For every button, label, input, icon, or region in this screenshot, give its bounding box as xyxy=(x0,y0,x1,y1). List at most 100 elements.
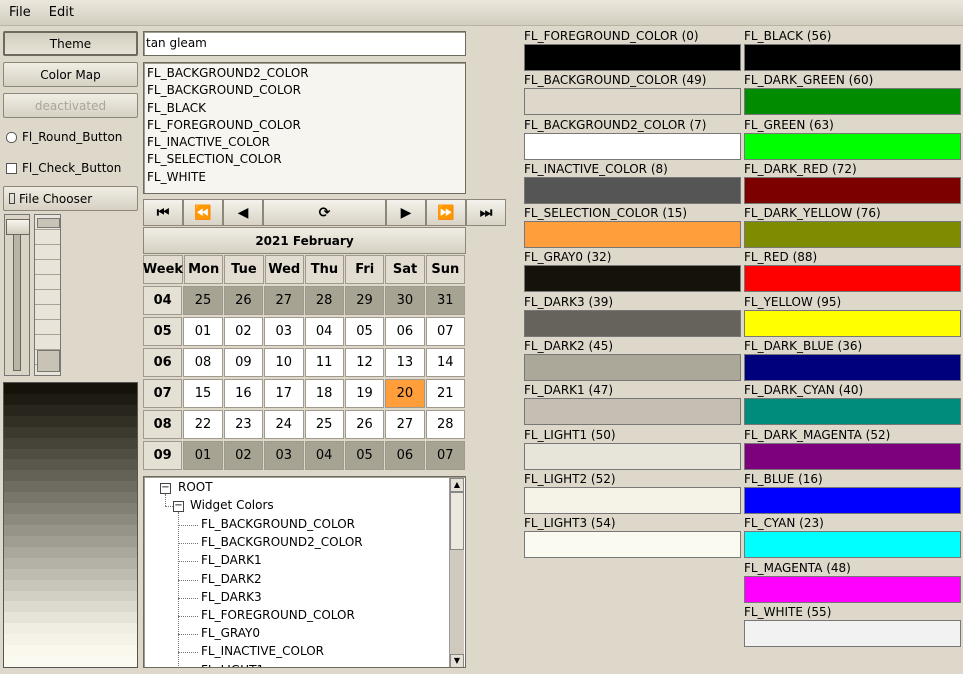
calendar-day[interactable]: 07 xyxy=(425,441,465,470)
swatch-color-box xyxy=(744,44,961,71)
round-button-label: Fl_Round_Button xyxy=(22,130,123,144)
calendar-day[interactable]: 02 xyxy=(223,317,264,346)
refresh-icon[interactable]: ⟳ xyxy=(263,199,386,226)
calendar-day[interactable]: 11 xyxy=(304,348,344,377)
color-browser[interactable]: FL_BACKGROUND2_COLOR FL_BACKGROUND_COLOR F… xyxy=(143,62,466,194)
calendar-day[interactable]: 04 xyxy=(304,317,344,346)
color-swatch: FL_INACTIVE_COLOR (8) xyxy=(524,161,741,205)
calendar-day[interactable]: 27 xyxy=(385,410,425,439)
tree-item[interactable]: FL_GRAY0 xyxy=(201,626,260,640)
scheme-input[interactable]: tan gleam xyxy=(143,31,466,56)
value-slider[interactable] xyxy=(34,214,61,376)
calendar-day[interactable]: 25 xyxy=(304,410,344,439)
calendar-day[interactable]: 26 xyxy=(223,286,264,315)
tree-item[interactable]: FL_INACTIVE_COLOR xyxy=(201,644,324,658)
color-swatch: FL_DARK_BLUE (36) xyxy=(744,338,961,382)
calendar-day[interactable]: 03 xyxy=(264,441,304,470)
calendar-day[interactable]: 26 xyxy=(344,410,385,439)
scroll-up-icon[interactable]: ▲ xyxy=(450,478,464,492)
calendar-day[interactable]: 01 xyxy=(183,317,223,346)
scroll-down-icon[interactable]: ▼ xyxy=(450,654,464,667)
first-icon[interactable]: ⏮ xyxy=(143,199,183,226)
tree-view[interactable]: − ROOT − Widget Colors ▲ ▼ FL_BACKGROUND… xyxy=(143,476,466,668)
browser-item[interactable]: FL_INACTIVE_COLOR xyxy=(147,134,462,151)
calendar-day[interactable]: 29 xyxy=(344,286,385,315)
calendar-day-selected[interactable]: 20 xyxy=(385,379,425,408)
menu-edit[interactable]: Edit xyxy=(40,5,83,20)
calendar-day[interactable]: 23 xyxy=(223,410,264,439)
prev-icon[interactable]: ◀ xyxy=(223,199,263,226)
scroll-thumb[interactable] xyxy=(450,492,464,550)
calendar-day[interactable]: 13 xyxy=(385,348,425,377)
calendar-day[interactable]: 22 xyxy=(183,410,223,439)
tree-item[interactable]: FL_FOREGROUND_COLOR xyxy=(201,608,355,622)
calendar-day[interactable]: 27 xyxy=(264,286,304,315)
check-button[interactable]: Fl_Check_Button xyxy=(3,158,121,178)
calendar-day[interactable]: 02 xyxy=(223,441,264,470)
browser-item[interactable]: FL_SELECTION_COLOR xyxy=(147,151,462,168)
calendar-day[interactable]: 05 xyxy=(344,441,385,470)
color-swatch: FL_BACKGROUND_COLOR (49) xyxy=(524,72,741,116)
calendar-day[interactable]: 28 xyxy=(425,410,465,439)
calendar-day[interactable]: 19 xyxy=(344,379,385,408)
calendar-day[interactable]: 24 xyxy=(264,410,304,439)
tree-item[interactable]: FL_DARK2 xyxy=(201,572,262,586)
gray-ramp-band xyxy=(4,601,137,613)
calendar-day[interactable]: 21 xyxy=(425,379,465,408)
gray-ramp-band xyxy=(4,634,137,646)
calendar-day[interactable]: 03 xyxy=(264,317,304,346)
vertical-slider[interactable] xyxy=(4,214,30,376)
calendar-day[interactable]: 14 xyxy=(425,348,465,377)
calendar-day[interactable]: 10 xyxy=(264,348,304,377)
value-slider-handle[interactable] xyxy=(37,218,60,228)
browser-item[interactable]: FL_BACKGROUND2_COLOR xyxy=(147,65,462,82)
tree-item[interactable]: FL_DARK1 xyxy=(201,553,262,567)
file-chooser-button[interactable]: File Chooser xyxy=(3,186,138,211)
calendar-day[interactable]: 05 xyxy=(344,317,385,346)
calendar-day[interactable]: 06 xyxy=(385,441,425,470)
calendar-day[interactable]: 16 xyxy=(223,379,264,408)
tree-scrollbar[interactable]: ▲ ▼ xyxy=(449,478,464,667)
gray-ramp-band xyxy=(4,546,137,558)
slider-handle[interactable] xyxy=(6,219,30,235)
calendar-day[interactable]: 28 xyxy=(304,286,344,315)
menu-file[interactable]: File xyxy=(0,5,40,20)
round-button[interactable]: Fl_Round_Button xyxy=(3,127,122,147)
gray-ramp-band xyxy=(4,623,137,635)
week-number: 04 xyxy=(143,286,183,315)
calendar-day[interactable]: 12 xyxy=(344,348,385,377)
collapse-icon[interactable]: − xyxy=(160,483,171,494)
gray-ramp-band xyxy=(4,459,137,471)
calendar-day[interactable]: 07 xyxy=(425,317,465,346)
browser-item[interactable]: FL_WHITE xyxy=(147,169,462,186)
tree-item[interactable]: FL_LIGHT1 xyxy=(201,663,264,667)
calendar-day[interactable]: 06 xyxy=(385,317,425,346)
tree-root[interactable]: ROOT xyxy=(178,480,213,494)
calendar-day[interactable]: 01 xyxy=(183,441,223,470)
browser-item[interactable]: FL_BACKGROUND_COLOR xyxy=(147,82,462,99)
last-icon[interactable]: ⏭ xyxy=(466,199,506,226)
tree-item[interactable]: FL_BACKGROUND_COLOR xyxy=(201,517,355,531)
tree-item[interactable]: FL_BACKGROUND2_COLOR xyxy=(201,535,363,549)
browser-item[interactable]: FL_FOREGROUND_COLOR xyxy=(147,117,462,134)
calendar-day[interactable]: 15 xyxy=(183,379,223,408)
calendar-day[interactable]: 17 xyxy=(264,379,304,408)
tree-item[interactable]: FL_DARK3 xyxy=(201,590,262,604)
collapse-icon[interactable]: − xyxy=(173,501,184,512)
color-swatch: FL_DARK_GREEN (60) xyxy=(744,72,961,116)
swatch-color-box xyxy=(744,486,961,514)
tree-group[interactable]: Widget Colors xyxy=(190,498,274,512)
calendar-day[interactable]: 30 xyxy=(385,286,425,315)
calendar-day[interactable]: 09 xyxy=(223,348,264,377)
calendar-day[interactable]: 04 xyxy=(304,441,344,470)
calendar-day[interactable]: 18 xyxy=(304,379,344,408)
color-map-button[interactable]: Color Map xyxy=(3,62,138,87)
next-icon[interactable]: ▶ xyxy=(386,199,426,226)
calendar-day[interactable]: 08 xyxy=(183,348,223,377)
calendar-day[interactable]: 31 xyxy=(425,286,465,315)
rewind-icon[interactable]: ⏪ xyxy=(183,199,223,226)
theme-button[interactable]: Theme xyxy=(3,31,138,56)
fast-forward-icon[interactable]: ⏩ xyxy=(426,199,466,226)
browser-item[interactable]: FL_BLACK xyxy=(147,100,462,117)
calendar-day[interactable]: 25 xyxy=(183,286,223,315)
